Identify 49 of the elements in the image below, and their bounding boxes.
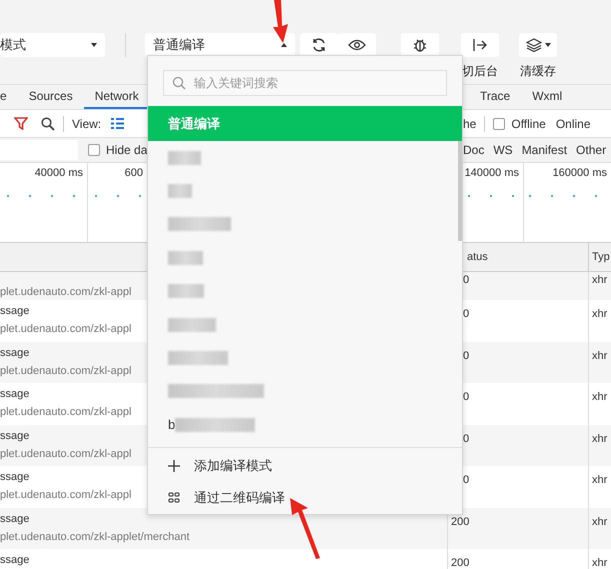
offline-label: Offline	[511, 116, 546, 130]
hide-data-label: Hide da	[106, 143, 147, 157]
devtools-tab[interactable]: Sources	[18, 85, 84, 109]
request-name: ssage	[0, 430, 30, 444]
type-filter[interactable]: WS	[493, 143, 513, 157]
request-name: ssage	[0, 471, 30, 485]
request-url: plet.udenauto.com/zkl-appl	[0, 406, 132, 418]
status-cell-text: 0	[463, 473, 470, 488]
column-header[interactable]: Typ	[588, 243, 611, 271]
mode-select[interactable]: 模式	[0, 33, 105, 57]
time-tick: 40000 ms	[34, 167, 83, 179]
time-tick: 160000 ms	[552, 167, 607, 179]
devtools-tab[interactable]: e	[0, 85, 18, 109]
status-cell-text: 0	[463, 432, 470, 446]
view-label: View:	[72, 116, 102, 130]
request-url: plet.udenauto.com/zkl-appl	[0, 489, 132, 501]
request-url: plet.udenauto.com/zkl-appl	[0, 448, 132, 460]
request-name: ssage	[0, 305, 30, 319]
type-cell: xhr	[588, 549, 611, 569]
column-header[interactable]: atus	[463, 243, 588, 271]
request-url: plet.udenauto.com/zkl-appl	[0, 286, 132, 298]
mode-label: b	[168, 417, 176, 432]
search-field[interactable]: 输入关键词搜索	[163, 70, 447, 96]
request-name: ssage	[0, 512, 30, 526]
status-cell-text: 0	[463, 307, 470, 322]
menu-action[interactable]: 添加编译模式	[148, 450, 462, 482]
request-url: plet.udenauto.com/zkl-applet/merchant	[0, 530, 190, 542]
compile-mode-item[interactable]: b	[148, 408, 462, 442]
type-filter[interactable]: Manifest	[522, 143, 568, 157]
status-cell: 200	[447, 549, 588, 569]
tool-label: 清缓存	[520, 63, 556, 80]
cache-label: he	[463, 116, 476, 130]
time-tick: 600	[124, 167, 143, 179]
type-filter[interactable]: Other	[576, 143, 606, 157]
request-url: plet.udenauto.com/zkl-appl	[0, 364, 132, 376]
request-name: ssage	[0, 346, 30, 360]
status-cell-text: 0	[463, 273, 470, 288]
throttle-select[interactable]: Online	[556, 116, 591, 130]
devtools-tab[interactable]: Trace	[469, 85, 522, 109]
type-filter[interactable]: Doc	[463, 143, 484, 157]
compile-select[interactable]: 普通编译	[145, 33, 295, 57]
request-url: plet.udenauto.com/zkl-appl	[0, 323, 132, 335]
tool-label: 切后台	[462, 63, 498, 80]
devtools-tab[interactable]: Wxml	[521, 85, 574, 109]
status-cell-text: 0	[463, 348, 470, 364]
time-tick: 140000 ms	[464, 167, 519, 179]
request-name: ssage	[0, 554, 30, 568]
status-cell-text: 0	[463, 390, 470, 405]
request-name: ssage	[0, 388, 30, 402]
